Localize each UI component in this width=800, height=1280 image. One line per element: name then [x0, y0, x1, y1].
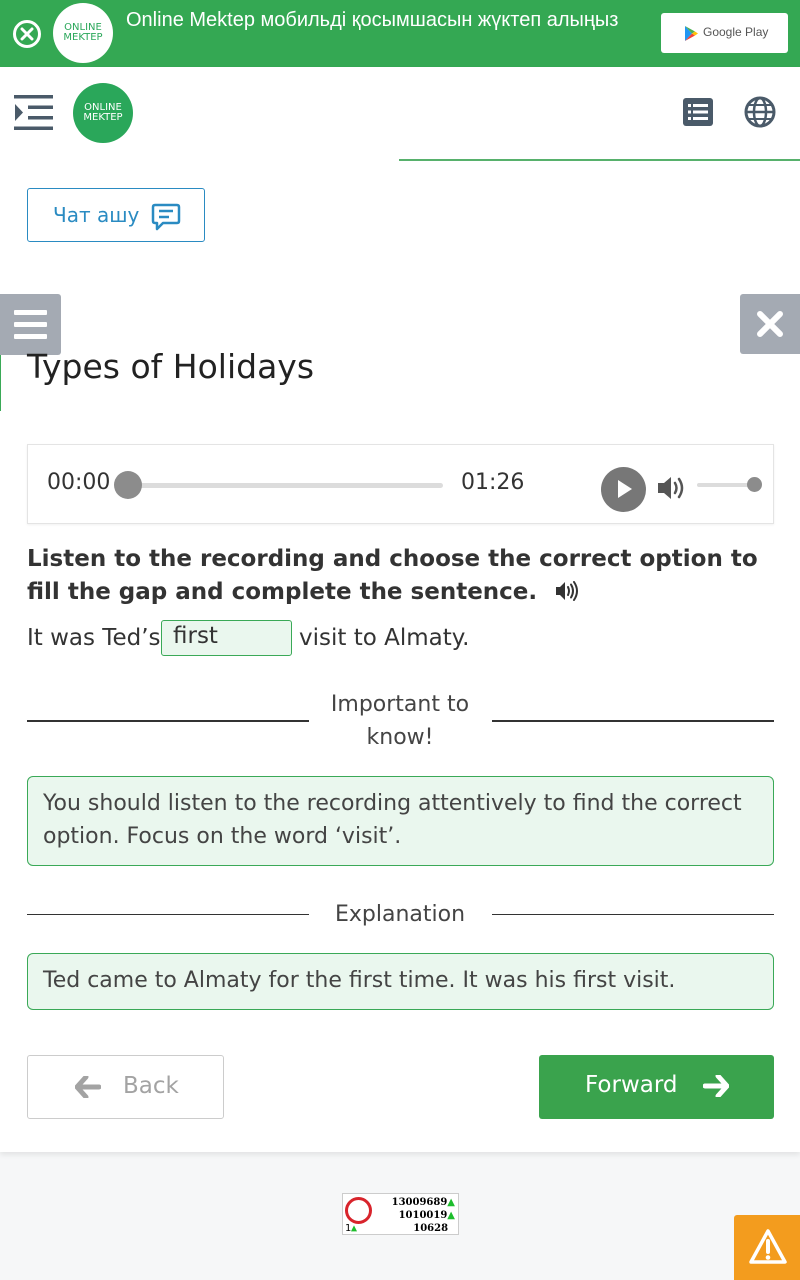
chat-icon — [151, 203, 181, 231]
arrow-left-icon — [75, 1076, 101, 1098]
arrow-right-icon — [703, 1075, 729, 1097]
audio-current-time: 00:00 — [47, 470, 111, 495]
sentence-after: visit to Almaty. — [299, 625, 470, 651]
left-accent-line — [0, 355, 1, 411]
explanation-heading: Explanation — [334, 902, 466, 927]
audio-player: 00:00 01:26 — [27, 444, 774, 524]
explanation-box: Ted came to Almaty for the first time. I… — [27, 953, 774, 1010]
explanation-text: Ted came to Almaty for the first time. I… — [43, 968, 676, 993]
lesson-title: Types of Holidays — [27, 347, 315, 386]
globe-icon — [744, 96, 776, 128]
volume-icon — [658, 477, 684, 499]
counter-values: 13009689▲ 1010019▲ 10628 — [392, 1196, 455, 1235]
header-logo-text-2: MEKTEP — [83, 112, 123, 123]
counter-left-value: 1▲ — [345, 1223, 358, 1234]
sentence-before: It was Ted’s — [27, 625, 161, 651]
explanation-divider-right — [492, 914, 774, 915]
forward-label: Forward — [585, 1072, 678, 1098]
indent-icon — [14, 95, 53, 130]
open-chat-button[interactable]: Чат ашу — [27, 188, 205, 242]
side-menu-button[interactable] — [0, 294, 61, 355]
close-icon — [20, 27, 34, 41]
important-box: You should listen to the recording atten… — [27, 776, 774, 866]
back-label: Back — [123, 1073, 179, 1099]
play-button[interactable] — [601, 467, 646, 512]
mute-button[interactable] — [657, 474, 687, 506]
report-problem-button[interactable] — [734, 1215, 800, 1280]
counter-line-2: 1010019▲ — [398, 1210, 455, 1221]
google-play-button[interactable]: Google Play — [661, 13, 788, 53]
play-icon — [618, 480, 632, 498]
counter-line-1: 13009689▲ — [391, 1197, 455, 1208]
volume-handle[interactable] — [747, 477, 762, 492]
back-button[interactable]: Back — [27, 1055, 224, 1119]
lesson-page: ONLINE MEKTEP Чат ашу Types of Holidays … — [0, 67, 800, 1152]
task-instruction-text: Listen to the recording and choose the c… — [27, 546, 758, 605]
google-play-label: Google Play — [703, 25, 769, 39]
important-divider-left — [27, 720, 309, 722]
warning-icon — [749, 1229, 787, 1264]
banner-logo-text-2: MEKTEP — [63, 32, 103, 43]
header-divider — [399, 159, 800, 161]
audio-duration: 01:26 — [461, 470, 525, 495]
audio-progress-handle[interactable] — [114, 471, 142, 499]
counter-logo-icon — [345, 1197, 372, 1224]
banner-close-button[interactable] — [13, 20, 41, 48]
speaker-icon — [556, 581, 579, 601]
audio-progress-track[interactable] — [127, 483, 443, 488]
app-download-banner: ONLINE MEKTEP Online Mektep мобильді қос… — [0, 0, 800, 67]
lesson-list-button[interactable] — [683, 98, 713, 126]
counter-line-3: 10628 — [413, 1223, 449, 1234]
hamburger-icon — [14, 310, 47, 339]
banner-text: Online Mektep мобильді қосымшасын жүктеп… — [126, 9, 619, 31]
important-heading: Important to know! — [320, 688, 480, 754]
answer-gap[interactable]: first — [161, 620, 292, 656]
open-chat-label: Чат ашу — [53, 203, 140, 227]
banner-logo: ONLINE MEKTEP — [53, 3, 113, 63]
language-button[interactable] — [744, 96, 776, 132]
important-heading-line-1: Important to — [330, 692, 470, 717]
close-lesson-button[interactable] — [740, 294, 800, 354]
forward-button[interactable]: Forward — [539, 1055, 774, 1119]
important-text: You should listen to the recording atten… — [43, 791, 742, 849]
header-logo[interactable]: ONLINE MEKTEP — [73, 83, 133, 143]
menu-toggle-button[interactable] — [14, 95, 54, 135]
list-icon — [688, 104, 708, 120]
task-instruction: Listen to the recording and choose the c… — [27, 543, 767, 612]
explanation-divider-left — [27, 914, 309, 915]
listen-instruction-button[interactable] — [555, 579, 581, 612]
important-divider-right — [492, 720, 774, 722]
google-play-icon — [685, 26, 698, 41]
close-icon — [757, 311, 783, 337]
important-heading-line-2: know! — [366, 725, 434, 750]
visitor-counter[interactable]: 1▲ 13009689▲ 1010019▲ 10628 — [342, 1193, 459, 1235]
